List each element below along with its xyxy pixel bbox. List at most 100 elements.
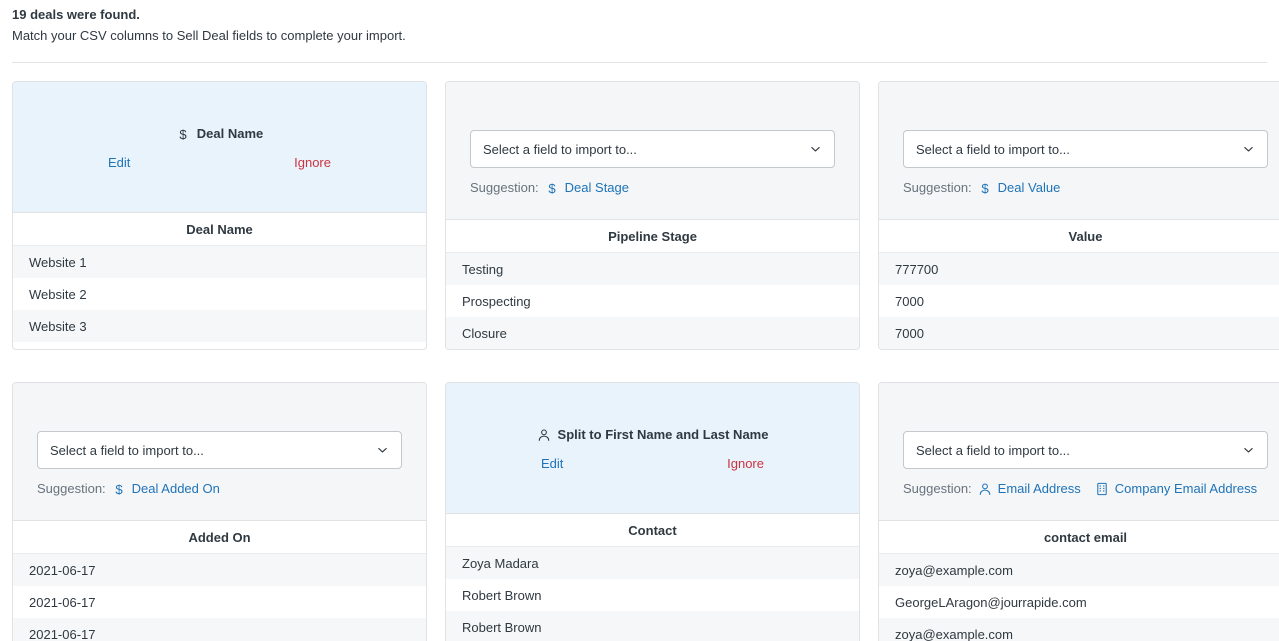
chevron-down-icon bbox=[1242, 143, 1255, 156]
mapping-card: Select a field to import to... Suggestion… bbox=[12, 382, 427, 641]
mapping-card-header: Select a field to import to... Suggestion… bbox=[446, 82, 859, 219]
matched-actions: Edit Ignore bbox=[470, 456, 835, 471]
deal-dollar-icon: $ bbox=[545, 180, 559, 195]
suggestion-row: Suggestion: $ Deal Stage bbox=[470, 180, 835, 195]
field-select-wrapper: Select a field to import to... bbox=[903, 130, 1268, 168]
csv-preview-table: Value 777700 7000 7000 bbox=[879, 219, 1279, 349]
csv-preview-row: zoya@example.com bbox=[879, 618, 1279, 641]
suggestion-option[interactable]: Company Email Address bbox=[1095, 481, 1257, 496]
deal-dollar-icon: $ bbox=[112, 481, 126, 496]
mapping-card-header: Select a field to import to... Suggestion… bbox=[879, 82, 1279, 219]
csv-preview-row: 777700 bbox=[879, 253, 1279, 285]
suggestion-option-label: Deal Added On bbox=[131, 481, 220, 496]
chevron-holder bbox=[376, 444, 389, 457]
csv-column-header: Pipeline Stage bbox=[446, 220, 859, 253]
suggestion-option[interactable]: $ Deal Stage bbox=[545, 180, 629, 195]
mapping-card-header: Split to First Name and Last Name Edit Ign… bbox=[446, 383, 859, 513]
mapping-card: Select a field to import to... Suggestion… bbox=[445, 81, 860, 350]
csv-preview-row: 7000 bbox=[879, 317, 1279, 349]
deal-dollar-icon: $ bbox=[978, 180, 992, 195]
edit-mapping-link[interactable]: Edit bbox=[541, 456, 563, 471]
chevron-down-icon bbox=[809, 143, 822, 156]
suggestion-label: Suggestion: bbox=[903, 180, 972, 195]
csv-preview-row: Testing bbox=[446, 253, 859, 285]
column-mapping-grid: $ Deal Name Edit Ignore Deal Name Website 1 We… bbox=[12, 81, 1279, 641]
suggestion-option[interactable]: $ Deal Value bbox=[978, 180, 1061, 195]
suggestion-option-label: Deal Value bbox=[997, 180, 1061, 195]
field-select-value: Select a field to import to... bbox=[916, 141, 1070, 157]
csv-preview-row: GeorgeLAragon@jourrapide.com bbox=[879, 586, 1279, 618]
ignore-column-link[interactable]: Ignore bbox=[727, 456, 764, 471]
field-select-wrapper: Select a field to import to... bbox=[37, 431, 402, 469]
chevron-holder bbox=[1242, 143, 1255, 156]
chevron-down-icon bbox=[376, 444, 389, 457]
csv-column-header: Contact bbox=[446, 514, 859, 547]
header-divider bbox=[12, 62, 1267, 63]
csv-preview-row: Website 2 bbox=[13, 278, 426, 310]
csv-preview-row: 2021-06-17 bbox=[13, 554, 426, 586]
field-select-wrapper: Select a field to import to... bbox=[903, 431, 1268, 469]
suggestion-row: Suggestion: $ Deal Added On bbox=[37, 481, 402, 496]
mapping-card-header: Select a field to import to... Suggestion… bbox=[879, 383, 1279, 520]
csv-preview-table: Deal Name Website 1 Website 2 Website 3 bbox=[13, 212, 426, 342]
mapping-card: Select a field to import to... Suggestion… bbox=[878, 382, 1279, 641]
chevron-holder bbox=[809, 143, 822, 156]
csv-preview-row: Robert Brown bbox=[446, 611, 859, 641]
csv-column-header: contact email bbox=[879, 521, 1279, 554]
field-select-value: Select a field to import to... bbox=[50, 442, 204, 458]
csv-preview-table: Contact Zoya Madara Robert Brown Robert Bro… bbox=[446, 513, 859, 641]
svg-text:$: $ bbox=[179, 127, 187, 141]
field-select[interactable]: Select a field to import to... bbox=[903, 130, 1268, 168]
page-title: 19 deals were found. bbox=[12, 7, 140, 22]
matched-field-title: $ Deal Name bbox=[37, 125, 402, 143]
svg-text:$: $ bbox=[548, 181, 556, 195]
matched-field-title: Split to First Name and Last Name bbox=[470, 426, 835, 444]
csv-preview-row: 7000 bbox=[879, 285, 1279, 317]
person-icon bbox=[978, 482, 992, 496]
svg-text:$: $ bbox=[981, 181, 989, 195]
suggestion-option[interactable]: $ Deal Added On bbox=[112, 481, 220, 496]
company-building-icon bbox=[1095, 482, 1109, 496]
suggestion-label: Suggestion: bbox=[903, 481, 972, 496]
suggestion-option-label: Company Email Address bbox=[1114, 481, 1258, 496]
csv-preview-row: Robert Brown bbox=[446, 579, 859, 611]
csv-preview-row: zoya@example.com bbox=[879, 554, 1279, 586]
chevron-holder bbox=[1242, 444, 1255, 457]
field-select[interactable]: Select a field to import to... bbox=[470, 130, 835, 168]
mapping-card: Select a field to import to... Suggestion… bbox=[878, 81, 1279, 350]
page-subtitle: Match your CSV columns to Sell Deal fiel… bbox=[12, 28, 406, 43]
csv-preview-table: Pipeline Stage Testing Prospecting Closure bbox=[446, 219, 859, 349]
matched-field-label: Deal Name bbox=[196, 126, 264, 141]
chevron-down-icon bbox=[1242, 444, 1255, 457]
csv-column-header: Deal Name bbox=[13, 213, 426, 246]
ignore-column-link[interactable]: Ignore bbox=[294, 155, 331, 170]
field-select-value: Select a field to import to... bbox=[916, 442, 1070, 458]
import-header: 19 deals were found. Match your CSV colu… bbox=[0, 0, 1279, 46]
suggestion-row: Suggestion: $ Deal Value bbox=[903, 180, 1268, 195]
csv-preview-table: contact email zoya@example.com GeorgeLArag… bbox=[879, 520, 1279, 641]
csv-column-header: Value bbox=[879, 220, 1279, 253]
edit-mapping-link[interactable]: Edit bbox=[108, 155, 130, 170]
mapping-card-header: $ Deal Name Edit Ignore bbox=[13, 82, 426, 212]
suggestion-option-label: Email Address bbox=[997, 481, 1081, 496]
suggestion-option-label: Deal Stage bbox=[564, 180, 629, 195]
matched-field-label: Split to First Name and Last Name bbox=[557, 427, 769, 442]
field-select[interactable]: Select a field to import to... bbox=[37, 431, 402, 469]
csv-preview-table: Added On 2021-06-17 2021-06-17 2021-06-17 bbox=[13, 520, 426, 641]
field-select[interactable]: Select a field to import to... bbox=[903, 431, 1268, 469]
suggestion-label: Suggestion: bbox=[37, 481, 106, 496]
suggestion-label: Suggestion: bbox=[470, 180, 539, 195]
csv-preview-row: Prospecting bbox=[446, 285, 859, 317]
field-select-value: Select a field to import to... bbox=[483, 141, 637, 157]
field-select-wrapper: Select a field to import to... bbox=[470, 130, 835, 168]
svg-text:$: $ bbox=[115, 482, 123, 496]
csv-preview-row: Zoya Madara bbox=[446, 547, 859, 579]
mapping-card: $ Deal Name Edit Ignore Deal Name Website 1 We… bbox=[12, 81, 427, 350]
csv-preview-row: 2021-06-17 bbox=[13, 586, 426, 618]
csv-preview-row: Closure bbox=[446, 317, 859, 349]
mapping-card: Split to First Name and Last Name Edit Ign… bbox=[445, 382, 860, 641]
suggestion-option[interactable]: Email Address bbox=[978, 481, 1081, 496]
csv-column-header: Added On bbox=[13, 521, 426, 554]
csv-preview-row: Website 1 bbox=[13, 246, 426, 278]
csv-preview-row: 2021-06-17 bbox=[13, 618, 426, 641]
